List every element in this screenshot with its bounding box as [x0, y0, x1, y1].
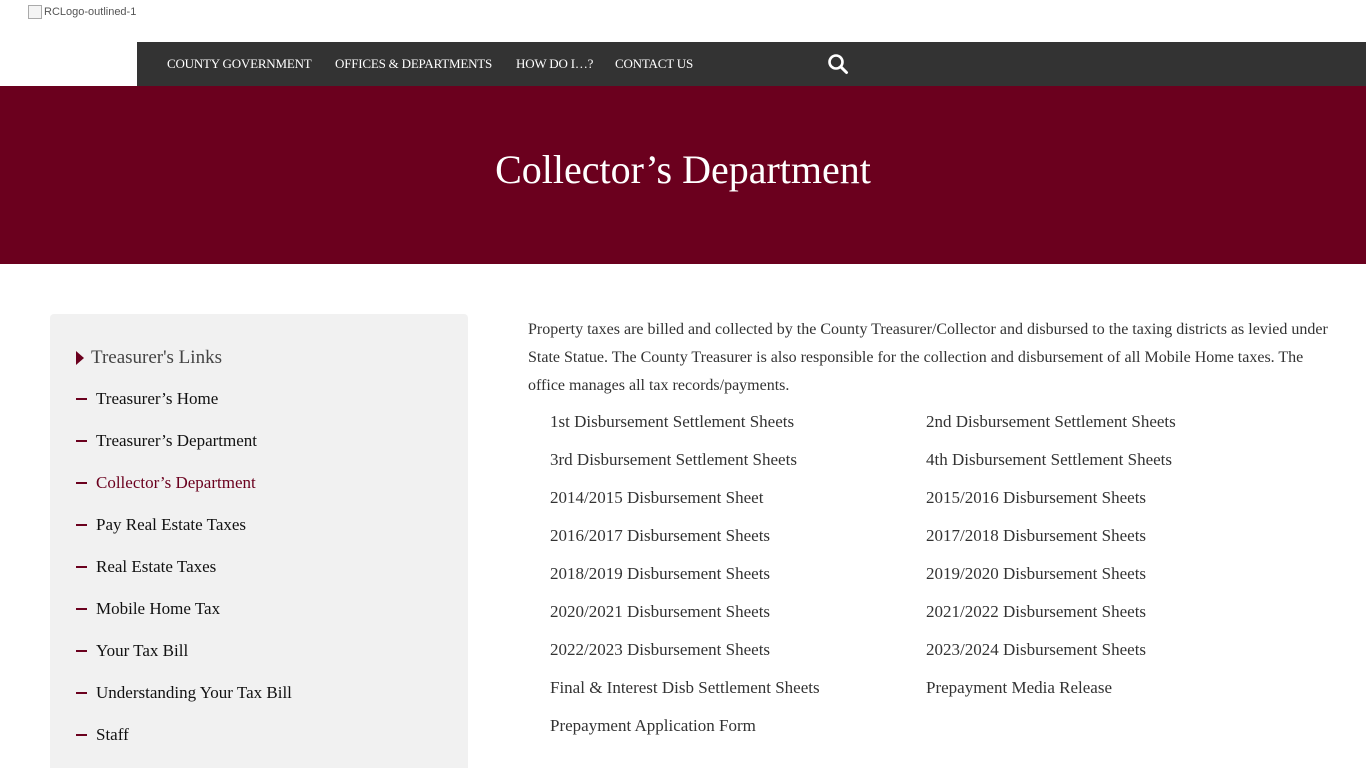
link-2019-2020[interactable]: 2019/2020 Disbursement Sheets [926, 562, 1146, 586]
dash-icon [76, 524, 87, 526]
sidebar-item-label: Your Tax Bill [96, 641, 189, 660]
link-prepayment-media-release[interactable]: Prepayment Media Release [926, 676, 1112, 700]
link-4th-disbursement[interactable]: 4th Disbursement Settlement Sheets [926, 448, 1172, 472]
dash-icon [76, 650, 87, 652]
search-icon[interactable] [827, 53, 849, 75]
link-2023-2024[interactable]: 2023/2024 Disbursement Sheets [926, 638, 1146, 662]
sidebar: Treasurer's Links Treasurer’s Home Treas… [50, 314, 468, 768]
page-banner: Collector’s Department [0, 86, 1366, 264]
sidebar-item-collectors-department[interactable]: Collector’s Department [76, 471, 256, 495]
link-2016-2017[interactable]: 2016/2017 Disbursement Sheets [550, 524, 770, 548]
link-2017-2018[interactable]: 2017/2018 Disbursement Sheets [926, 524, 1146, 548]
link-2nd-disbursement[interactable]: 2nd Disbursement Settlement Sheets [926, 410, 1176, 434]
link-3rd-disbursement[interactable]: 3rd Disbursement Settlement Sheets [550, 448, 797, 472]
dash-icon [76, 398, 87, 400]
nav-county-government[interactable]: COUNTY GOVERNMENT [167, 42, 312, 86]
link-2020-2021[interactable]: 2020/2021 Disbursement Sheets [550, 600, 770, 624]
logo-alt-text: RCLogo-outlined-1 [44, 6, 137, 18]
nav-offices-departments[interactable]: OFFICES & DEPARTMENTS [335, 42, 492, 86]
link-2014-2015[interactable]: 2014/2015 Disbursement Sheet [550, 486, 763, 510]
caret-right-icon [76, 351, 84, 365]
sidebar-item-staff[interactable]: Staff [76, 723, 129, 747]
site-logo[interactable]: RCLogo-outlined-1 [28, 4, 136, 20]
sidebar-item-label: Treasurer’s Department [96, 431, 257, 450]
sidebar-item-label: Real Estate Taxes [96, 557, 217, 576]
link-prepayment-application[interactable]: Prepayment Application Form [550, 714, 756, 738]
sidebar-item-your-tax-bill[interactable]: Your Tax Bill [76, 639, 188, 663]
nav-contact-us[interactable]: CONTACT US [615, 42, 693, 86]
dash-icon [76, 566, 87, 568]
sidebar-heading: Treasurer's Links [76, 346, 222, 370]
link-final-interest[interactable]: Final & Interest Disb Settlement Sheets [550, 676, 820, 700]
dash-icon [76, 692, 87, 694]
sidebar-item-label: Collector’s Department [96, 473, 256, 492]
sidebar-item-mobile-home-tax[interactable]: Mobile Home Tax [76, 597, 220, 621]
sidebar-heading-label: Treasurer's Links [91, 347, 222, 368]
sidebar-item-label: Treasurer’s Home [96, 389, 219, 408]
sidebar-item-treasurers-department[interactable]: Treasurer’s Department [76, 429, 257, 453]
link-2018-2019[interactable]: 2018/2019 Disbursement Sheets [550, 562, 770, 586]
intro-paragraph: Property taxes are billed and collected … [528, 321, 1328, 394]
sidebar-item-label: Staff [96, 725, 129, 744]
sidebar-item-label: Pay Real Estate Taxes [96, 515, 247, 534]
sidebar-item-real-estate-taxes[interactable]: Real Estate Taxes [76, 555, 216, 579]
sidebar-item-pay-real-estate-taxes[interactable]: Pay Real Estate Taxes [76, 513, 246, 537]
sidebar-item-understanding-tax-bill[interactable]: Understanding Your Tax Bill [76, 681, 292, 705]
link-2021-2022[interactable]: 2021/2022 Disbursement Sheets [926, 600, 1146, 624]
page-title: Collector’s Department [495, 147, 871, 192]
dash-icon [76, 482, 87, 484]
sidebar-item-treasurers-home[interactable]: Treasurer’s Home [76, 387, 218, 411]
link-2022-2023[interactable]: 2022/2023 Disbursement Sheets [550, 638, 770, 662]
broken-image-icon [28, 5, 42, 19]
dash-icon [76, 608, 87, 610]
sidebar-item-label: Understanding Your Tax Bill [96, 683, 292, 702]
link-1st-disbursement[interactable]: 1st Disbursement Settlement Sheets [550, 410, 794, 434]
dash-icon [76, 734, 87, 736]
nav-how-do-i[interactable]: HOW DO I…? [516, 42, 593, 86]
dash-icon [76, 440, 87, 442]
link-2015-2016[interactable]: 2015/2016 Disbursement Sheets [926, 486, 1146, 510]
main-nav: COUNTY GOVERNMENT OFFICES & DEPARTMENTS … [137, 42, 1366, 86]
sidebar-item-label: Mobile Home Tax [96, 599, 221, 618]
